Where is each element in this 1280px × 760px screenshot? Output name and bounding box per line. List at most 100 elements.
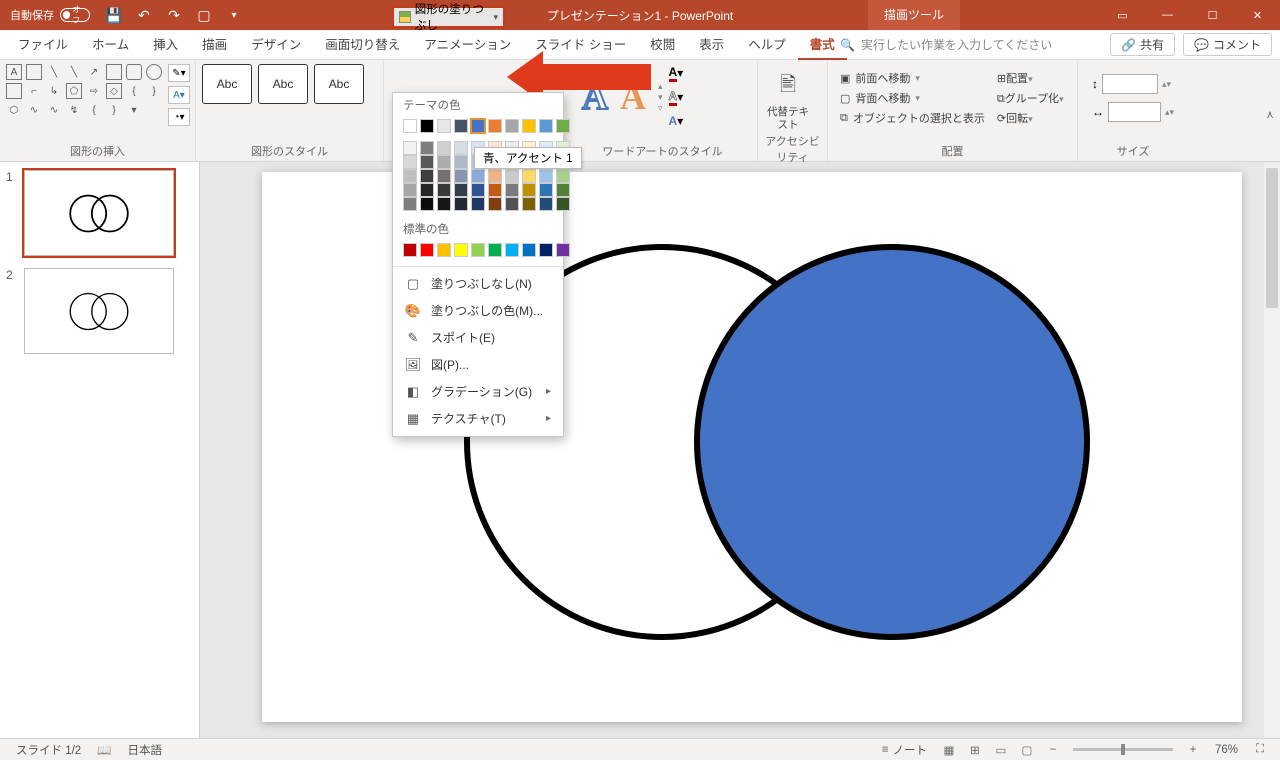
shape-brace-icon[interactable]: { xyxy=(86,102,102,118)
color-swatch[interactable] xyxy=(454,155,468,169)
color-swatch[interactable] xyxy=(454,183,468,197)
gallery-down-icon[interactable]: ▾ xyxy=(658,92,663,103)
color-swatch[interactable] xyxy=(403,243,417,257)
spellcheck-icon[interactable]: 📖 xyxy=(89,743,119,757)
shape-rect-icon[interactable] xyxy=(106,64,122,80)
shape-curve-icon[interactable]: ∿ xyxy=(46,102,62,118)
send-backward-button[interactable]: ▢背面へ移動▾ xyxy=(840,90,985,106)
shape-brace-icon[interactable]: } xyxy=(106,102,122,118)
fit-to-window-icon[interactable]: ⛶ xyxy=(1248,741,1272,759)
color-swatch[interactable] xyxy=(403,155,417,169)
alt-text-button[interactable]: 🖹 代替テキスト xyxy=(764,64,812,131)
color-swatch[interactable] xyxy=(488,169,502,183)
sorter-view-icon[interactable]: ⊞ xyxy=(963,741,987,759)
start-slideshow-icon[interactable]: ▢ xyxy=(190,1,218,29)
edit-shape-button[interactable]: ✎▾ xyxy=(168,64,190,82)
shape-more-icon[interactable]: ▾ xyxy=(126,102,142,118)
shape-brace-icon[interactable]: { xyxy=(126,83,142,99)
texture-fill-item[interactable]: ▦テクスチャ(T)▸ xyxy=(393,405,563,432)
color-swatch[interactable] xyxy=(437,197,451,211)
color-swatch[interactable] xyxy=(454,197,468,211)
color-swatch[interactable] xyxy=(454,169,468,183)
color-swatch[interactable] xyxy=(437,243,451,257)
color-swatch[interactable] xyxy=(403,169,417,183)
text-box-button[interactable]: A▾ xyxy=(168,86,190,104)
shape-textbox-icon[interactable]: A xyxy=(6,64,22,80)
tab-insert[interactable]: 挿入 xyxy=(141,30,190,60)
color-swatch[interactable] xyxy=(437,141,451,155)
color-swatch[interactable] xyxy=(437,119,451,133)
shape-icon[interactable]: ⬠ xyxy=(66,83,82,99)
thumbnail-row[interactable]: 2 xyxy=(6,268,193,354)
color-swatch[interactable] xyxy=(488,119,502,133)
color-swatch[interactable] xyxy=(505,183,519,197)
comment-button[interactable]: 💬コメント xyxy=(1183,33,1272,56)
tab-design[interactable]: デザイン xyxy=(239,30,313,60)
color-swatch[interactable] xyxy=(556,169,570,183)
ribbon-options-icon[interactable]: ▭ xyxy=(1100,0,1145,30)
shape-icon[interactable]: ◇ xyxy=(106,83,122,99)
color-swatch[interactable] xyxy=(539,243,553,257)
color-swatch[interactable] xyxy=(420,141,434,155)
style-preset[interactable]: Abc xyxy=(258,64,308,104)
color-swatch[interactable] xyxy=(420,155,434,169)
zoom-out-icon[interactable]: − xyxy=(1041,741,1065,759)
color-swatch[interactable] xyxy=(505,243,519,257)
color-swatch[interactable] xyxy=(505,119,519,133)
gallery-more-icon[interactable]: ▿ xyxy=(658,103,663,114)
color-swatch[interactable] xyxy=(437,183,451,197)
color-swatch[interactable] xyxy=(471,183,485,197)
slide-thumbnail-1[interactable] xyxy=(24,170,174,256)
color-swatch[interactable] xyxy=(556,243,570,257)
color-swatch[interactable] xyxy=(454,141,468,155)
tab-draw[interactable]: 描画 xyxy=(190,30,239,60)
save-icon[interactable]: 💾 xyxy=(100,1,128,29)
zoom-slider[interactable] xyxy=(1073,748,1173,751)
rotate-button[interactable]: ⟳回転▾ xyxy=(997,110,1064,126)
color-swatch[interactable] xyxy=(420,119,434,133)
more-colors-item[interactable]: 🎨塗りつぶしの色(M)... xyxy=(393,297,563,324)
slide-thumbnail-2[interactable] xyxy=(24,268,174,354)
shape-fill-split-button[interactable]: 図形の塗りつぶし ▾ xyxy=(392,6,505,28)
color-swatch[interactable] xyxy=(488,243,502,257)
share-button[interactable]: 🔗共有 xyxy=(1110,33,1175,56)
color-swatch[interactable] xyxy=(454,243,468,257)
scrollbar-thumb[interactable] xyxy=(1266,168,1278,308)
shape-gallery[interactable]: A ╲ ╲ ↗ ⌐ ↳ ⬠ ⇨ ◇ { } ⬡ ∿ ∿ ↯ { xyxy=(6,64,162,126)
align-button[interactable]: ⊞配置▾ xyxy=(997,70,1064,86)
color-swatch[interactable] xyxy=(522,197,536,211)
color-swatch[interactable] xyxy=(539,197,553,211)
gallery-up-icon[interactable]: ▴ xyxy=(658,81,663,92)
slide-canvas-area[interactable]: 📋 (Ctrl) ▾ xyxy=(200,162,1280,738)
tab-help[interactable]: ヘルプ xyxy=(736,30,798,60)
shape-line-icon[interactable]: ╲ xyxy=(66,64,82,80)
color-swatch[interactable] xyxy=(471,119,485,133)
color-swatch[interactable] xyxy=(539,169,553,183)
shape-icon[interactable] xyxy=(6,83,22,99)
close-icon[interactable]: ✕ xyxy=(1235,0,1280,30)
zoom-level[interactable]: 76% xyxy=(1207,744,1246,756)
color-swatch[interactable] xyxy=(522,169,536,183)
color-swatch[interactable] xyxy=(522,243,536,257)
color-swatch[interactable] xyxy=(522,119,536,133)
color-swatch[interactable] xyxy=(420,243,434,257)
thumbnail-row[interactable]: 1 xyxy=(6,170,193,256)
shape-style-gallery[interactable]: Abc Abc Abc xyxy=(202,64,377,104)
color-swatch[interactable] xyxy=(556,197,570,211)
color-swatch[interactable] xyxy=(420,197,434,211)
shape-connector-icon[interactable]: ⌐ xyxy=(26,83,42,99)
shape-brace-icon[interactable]: } xyxy=(146,83,162,99)
color-swatch[interactable] xyxy=(488,183,502,197)
shape-icon[interactable]: ⬡ xyxy=(6,102,22,118)
shape-connector-icon[interactable]: ↳ xyxy=(46,83,62,99)
notes-button[interactable]: ≡ ノート xyxy=(874,742,935,758)
color-swatch[interactable] xyxy=(505,197,519,211)
vertical-scrollbar[interactable] xyxy=(1264,162,1280,738)
reading-view-icon[interactable]: ▭ xyxy=(989,741,1013,759)
bring-forward-button[interactable]: ▣前面へ移動▾ xyxy=(840,70,985,86)
merge-shapes-button[interactable]: ◔▾ xyxy=(168,108,190,126)
picture-fill-item[interactable]: 🖼図(P)... xyxy=(393,351,563,378)
width-input[interactable] xyxy=(1108,102,1161,122)
shape-arrow-icon[interactable]: ↗ xyxy=(86,64,102,80)
shape-oval-icon[interactable] xyxy=(146,64,162,80)
